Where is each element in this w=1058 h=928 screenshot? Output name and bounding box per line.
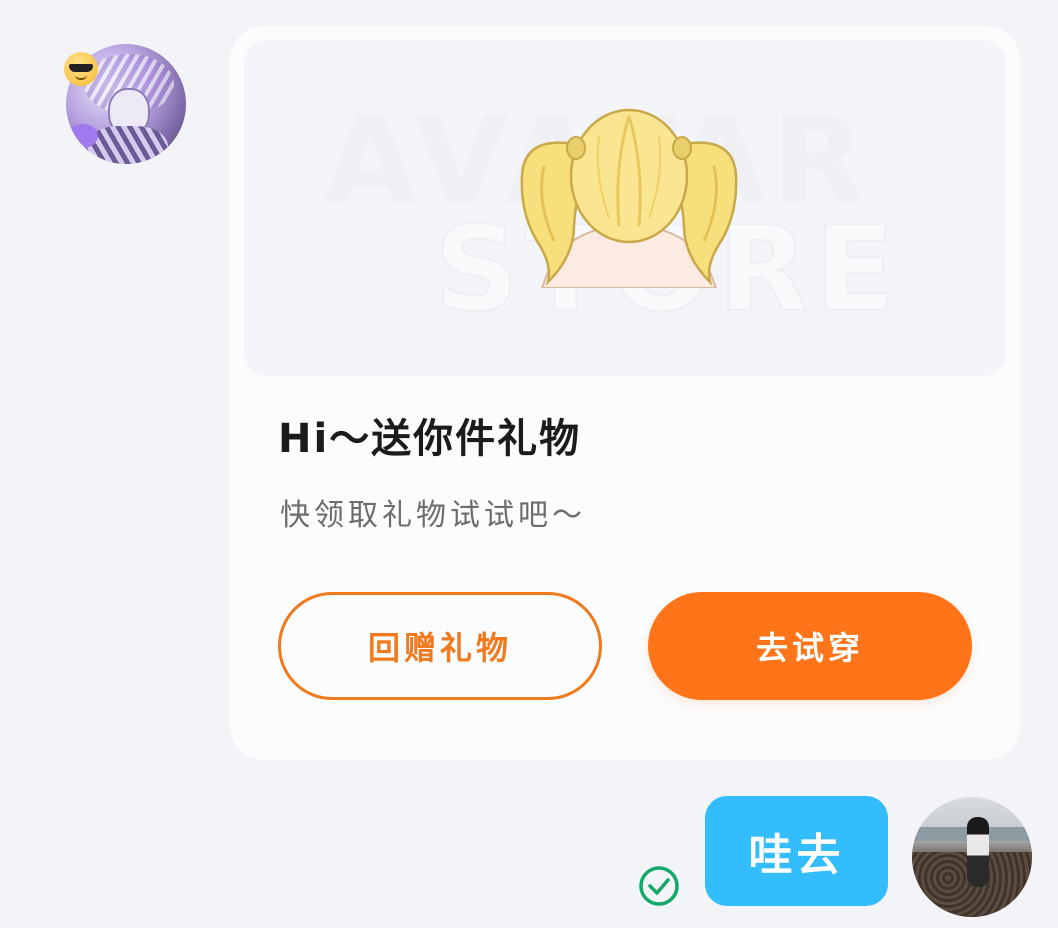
chat-screen: AVATAR STORE Hi～ [0,0,1058,928]
user-avatar[interactable] [912,797,1032,917]
try-on-button[interactable]: 去试穿 [648,592,972,700]
gift-banner: AVATAR STORE [244,40,1006,376]
gift-card-message[interactable]: AVATAR STORE Hi～ [230,26,1020,760]
gift-card-subtitle: 快领取礼物试试吧～ [280,498,586,533]
pigtail-hair-icon [520,108,738,288]
sunglasses-emoji-icon [64,52,98,86]
check-circle-icon [639,866,679,906]
return-gift-button[interactable]: 回赠礼物 [278,592,602,700]
gift-card-title: Hi～送你件礼物 [278,416,582,462]
sent-message-bubble[interactable]: 哇去 [705,796,888,906]
